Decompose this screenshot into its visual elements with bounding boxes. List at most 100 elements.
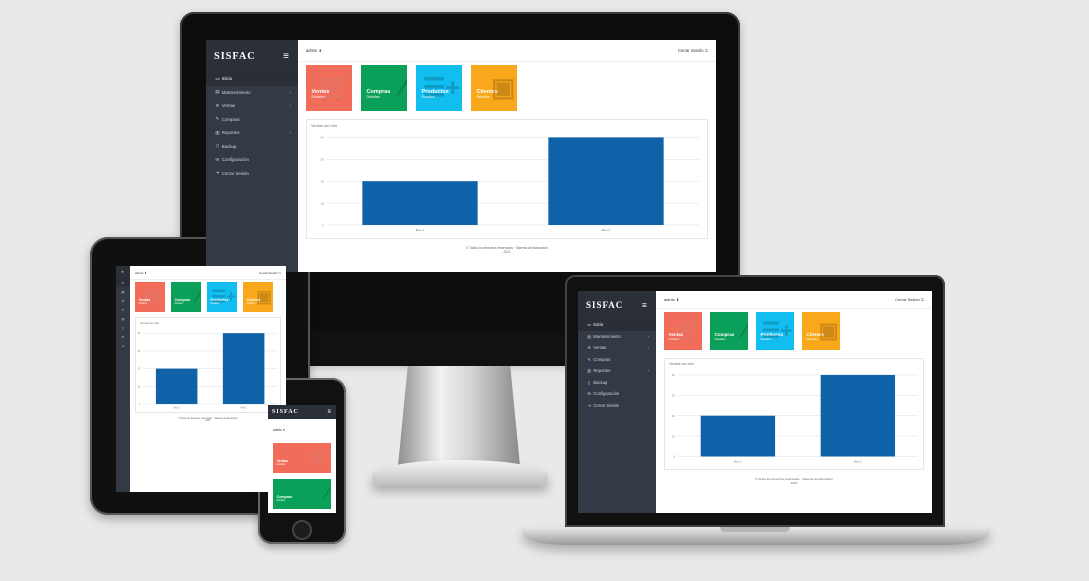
sidebar-item-compras[interactable]: ✎ <box>116 305 130 314</box>
app-shell: SISFAC ≡ admin ⬇ Cerrar Sesión ⎋ VentasD… <box>268 405 336 513</box>
laptop-screen: SISFAC ≡ ▭ Inicio ▤ Mantenimiento › ✲ Ventas › ✎… <box>578 291 932 513</box>
sales-bar-chart: 0 10 20 30 40 Mes 1 Mes 2 <box>321 136 699 232</box>
card-clientes[interactable]: Clientes Detalles ▣ <box>802 312 840 351</box>
card-details-link[interactable]: Detalles <box>367 95 402 99</box>
sidebar-item-configuraci-n[interactable]: ✉ <box>116 332 130 341</box>
card-ventas[interactable]: Ventas Detalles 🛒 <box>273 443 331 473</box>
chart-bar-1 <box>362 181 478 226</box>
sidebar-item-reportes[interactable]: ▥ Reportes › <box>578 365 656 377</box>
menu-toggle-icon[interactable]: ≡ <box>283 51 290 62</box>
card-details-link[interactable]: Detalles <box>175 302 198 305</box>
sidebar-item-label: Configuración <box>221 157 249 163</box>
chart-y-tick-label: 20 <box>138 369 141 371</box>
sidebar-item-compras[interactable]: ✎ Compras <box>206 113 298 127</box>
card-productos[interactable]: Productos Detalles ☰+ <box>416 65 462 112</box>
chart-y-tick-label: 20 <box>321 180 325 184</box>
sidebar-item-ventas[interactable]: ✲ Ventas › <box>578 342 656 354</box>
card-productos[interactable]: Productos Detalles ☰+ <box>207 282 237 312</box>
sidebar-item-configuraci-n[interactable]: ✉ Configuración <box>578 388 656 400</box>
monitor-icon: ▭ <box>587 322 592 328</box>
sidebar-item-cerrar-sesi-n[interactable]: ⇥ <box>116 341 130 350</box>
main-content: admin ⬇ Cerrar Sesión ⎋ VentasDetalles🛒C… <box>130 266 286 492</box>
chart-y-tick-label: 20 <box>672 414 676 418</box>
id-card-icon: ▣ <box>491 74 516 103</box>
sidebar-item-backup[interactable]: ▯ Backup <box>578 377 656 389</box>
app-shell: SISFAC ≡ ▭ ▤ ✲ ✎ ▥ ▯ ✉ ⇥ admin ⬇ Cerrar Sesión … <box>116 266 286 492</box>
card-clientes[interactable]: Clientes Detalles ▣ <box>471 65 517 112</box>
monitor-icon: ▭ <box>215 75 220 81</box>
sidebar-item-mantenimiento[interactable]: ▤ <box>116 287 130 296</box>
logout-link[interactable]: Cerrar Sesión ⎋ <box>259 271 281 275</box>
page-footer: © Todos los derechos reservados · Sistem… <box>656 477 932 485</box>
sidebar-item-cerrar-sesi-n[interactable]: ⇥ Cerrar Sesión <box>206 167 298 181</box>
brand-bar: SISFAC ≡ <box>268 405 336 419</box>
sidebar: SISFAC ≡ ▭ ▤ ✲ ✎ ▥ ▯ ✉ ⇥ <box>116 266 130 492</box>
user-menu[interactable]: admin ⬇ <box>664 297 679 302</box>
trash-icon: ▯ <box>588 379 591 385</box>
phone-home-button <box>292 520 312 540</box>
chart-title: Ventas del año <box>311 123 338 129</box>
pencil-icon: ✎ <box>121 307 125 312</box>
chart-y-tick-label: 30 <box>321 158 325 162</box>
menu-toggle-icon[interactable]: ≡ <box>642 300 648 310</box>
user-menu[interactable]: admin ⬇ <box>135 271 147 275</box>
sidebar-item-label: Reportes <box>593 368 611 374</box>
sidebar-item-label: Ventas <box>593 345 607 351</box>
user-name: admin <box>273 428 282 432</box>
sidebar-item-inicio[interactable]: ▭ Inicio <box>206 72 298 86</box>
brand-bar: SISFAC ≡ <box>206 40 298 72</box>
summary-cards: VentasDetalles🛒ComprasDetalles⁄Productos… <box>656 309 932 353</box>
cart-icon: 🛒 <box>318 73 351 102</box>
menu-toggle-icon[interactable]: ≡ <box>121 270 124 274</box>
chevron-right-icon: › <box>647 333 649 339</box>
sidebar-item-mantenimiento[interactable]: ▤ Mantenimiento › <box>578 331 656 343</box>
main-content: admin ⬇ Cerrar Sesión ⎋ VentasDetalles🛒C… <box>656 291 932 513</box>
card-ventas[interactable]: Ventas Detalles 🛒 <box>664 312 702 351</box>
menu-toggle-icon[interactable]: ≡ <box>328 409 332 415</box>
card-compras[interactable]: Compras Detalles ⁄ <box>171 282 201 312</box>
card-compras[interactable]: Compras Detalles ⁄ <box>710 312 748 351</box>
sidebar-item-reportes[interactable]: ▥ Reportes › <box>206 126 298 140</box>
brush-icon: ⁄ <box>400 73 406 102</box>
chart-y-tick-label: 10 <box>138 386 141 388</box>
chart-x-tick-label: Mes 2 <box>854 460 862 464</box>
brand-logo[interactable]: SISFAC <box>586 300 623 310</box>
card-productos[interactable]: Productos Detalles ☰+ <box>756 312 794 351</box>
sidebar-item-reportes[interactable]: ▥ <box>116 314 130 323</box>
card-clientes[interactable]: Clientes Detalles ▣ <box>243 282 273 312</box>
user-menu[interactable]: admin ⬇ <box>273 428 285 432</box>
desktop-screen: SISFAC ≡ ▭ Inicio ▤ Mantenimiento › ✲ Ventas › ✎… <box>206 40 716 272</box>
sales-bar-chart: 0 10 20 30 40 Mes 1 Mes 2 <box>138 332 278 410</box>
sidebar-item-configuraci-n[interactable]: ✉ Configuración <box>206 153 298 167</box>
user-menu[interactable]: admin ⬇ <box>306 48 322 53</box>
brand-logo[interactable]: SISFAC <box>214 51 256 62</box>
gear-icon: ✲ <box>121 298 125 303</box>
card-compras[interactable]: Compras Detalles ⁄ <box>361 65 407 112</box>
sidebar-item-mantenimiento[interactable]: ▤ Mantenimiento › <box>206 86 298 100</box>
chevron-right-icon: › <box>289 103 291 109</box>
logout-link[interactable]: Cerrar Sesión ⎋ <box>678 48 708 53</box>
sidebar-item-inicio[interactable]: ▭ Inicio <box>578 319 656 331</box>
brand-bar: SISFAC ≡ <box>116 266 130 278</box>
sidebar-item-ventas[interactable]: ✲ Ventas › <box>206 99 298 113</box>
card-ventas[interactable]: Ventas Detalles 🛒 <box>306 65 352 112</box>
card-details-link[interactable]: Detalles <box>715 337 744 341</box>
sidebar-item-label: Compras <box>593 356 611 362</box>
brand-logo[interactable]: SISFAC <box>272 409 299 415</box>
sidebar-item-backup[interactable]: ▯ <box>116 323 130 332</box>
sidebar-item-ventas[interactable]: ✲ <box>116 296 130 305</box>
card-ventas[interactable]: Ventas Detalles 🛒 <box>135 282 165 312</box>
sidebar-item-backup[interactable]: ▯ Backup <box>206 140 298 154</box>
chart-y-tick-label: 30 <box>672 394 676 398</box>
card-details-link[interactable]: Detalles <box>277 499 328 502</box>
sign-out-icon: ⇥ <box>587 402 591 408</box>
desktop-monitor-stand <box>398 366 520 466</box>
sidebar-item-inicio[interactable]: ▭ <box>116 278 130 287</box>
card-compras[interactable]: Compras Detalles ⁄ <box>273 479 331 509</box>
top-bar: admin ⬇ Cerrar Sesión ⎋ <box>130 266 286 280</box>
sidebar-item-label: Cerrar Sesión <box>221 170 249 176</box>
sidebar-item-cerrar-sesi-n[interactable]: ⇥ Cerrar Sesión <box>578 400 656 412</box>
logout-link[interactable]: Cerrar Sesión ⎋ <box>895 297 924 302</box>
sidebar-item-label: Inicio <box>221 76 233 82</box>
sidebar-item-compras[interactable]: ✎ Compras <box>578 354 656 366</box>
